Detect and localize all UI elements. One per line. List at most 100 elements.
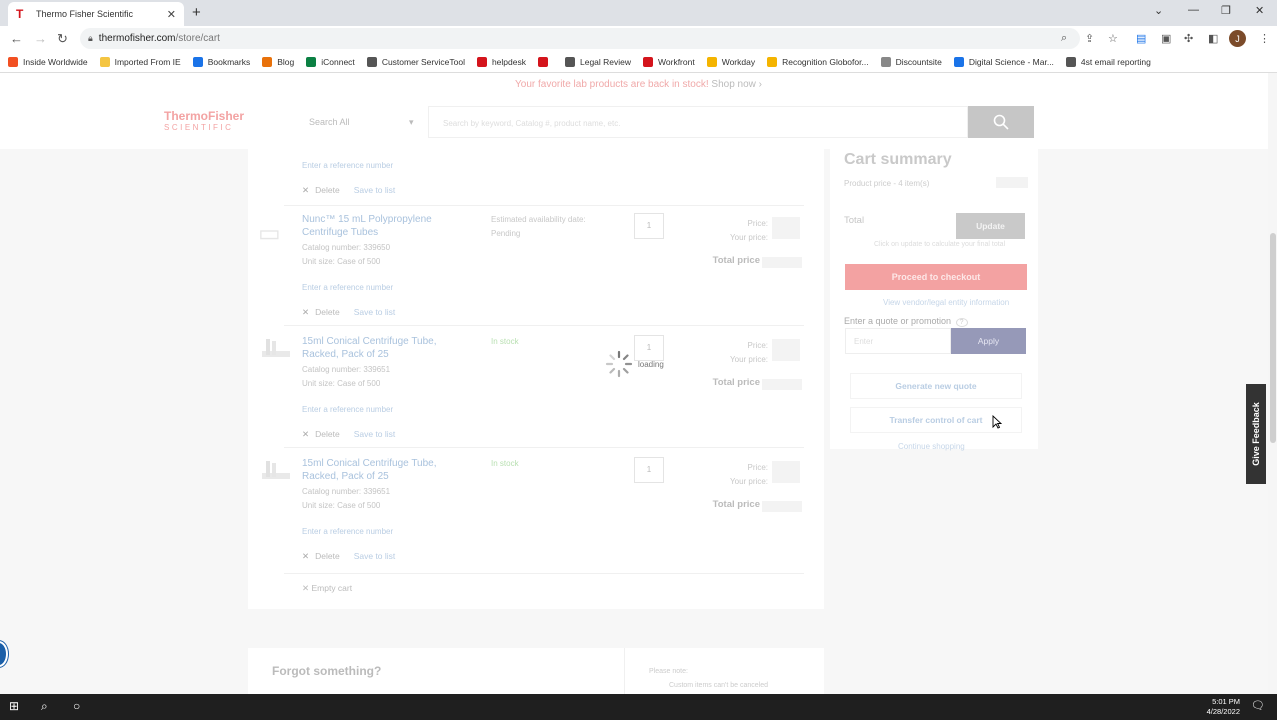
- address-bar[interactable]: 🔒︎ thermofisher.com /store/cart: [80, 28, 1080, 49]
- continue-shopping-link[interactable]: Continue shopping: [898, 442, 965, 451]
- help-icon[interactable]: ?: [955, 318, 968, 327]
- profile-avatar[interactable]: J: [1229, 30, 1246, 47]
- browser-tab[interactable]: T Thermo Fisher Scientific ✕: [8, 2, 184, 26]
- delete-x-icon[interactable]: ✕: [302, 429, 309, 440]
- reference-number-link[interactable]: Enter a reference number: [302, 527, 393, 536]
- search-icon: [993, 114, 1009, 130]
- bookmark-item[interactable]: Legal Review: [564, 56, 631, 67]
- bookmark-item[interactable]: Customer ServiceTool: [366, 56, 465, 67]
- minimize-button[interactable]: —: [1188, 4, 1199, 16]
- product-thumbnail[interactable]: [258, 335, 294, 365]
- save-to-list-link[interactable]: Save to list: [354, 185, 396, 196]
- item-actions: ✕ Delete Save to list: [302, 551, 395, 562]
- cortana-icon[interactable]: ○: [73, 699, 80, 713]
- reference-number-link[interactable]: Enter a reference number: [302, 161, 393, 170]
- bookmark-item[interactable]: iConnect: [306, 56, 355, 67]
- delete-button[interactable]: Delete: [315, 307, 340, 318]
- generate-quote-button[interactable]: Generate new quote: [850, 373, 1022, 399]
- product-thumbnail[interactable]: ▭: [258, 219, 294, 249]
- promo-code-input[interactable]: Enter: [845, 328, 951, 354]
- forward-icon[interactable]: →: [34, 31, 47, 46]
- search-category-label: Search All: [309, 117, 350, 127]
- reload-icon[interactable]: ↻: [57, 31, 68, 47]
- bookmark-item[interactable]: Bookmarks: [192, 56, 250, 67]
- vendor-info-link[interactable]: View vendor/legal entity information: [883, 298, 1009, 307]
- bookmark-label: Blog: [277, 56, 295, 67]
- restore-button[interactable]: ❐: [1221, 4, 1231, 17]
- bookmark-item[interactable]: helpdesk: [476, 56, 526, 67]
- save-to-list-link[interactable]: Save to list: [354, 307, 396, 318]
- bookmark-item[interactable]: 4st email reporting: [1065, 56, 1151, 67]
- bookmark-item[interactable]: Digital Science - Mar...: [953, 56, 1054, 67]
- tab-close-icon[interactable]: ✕: [167, 8, 176, 21]
- extension-print-icon[interactable]: ▤: [1136, 32, 1146, 45]
- new-tab-button[interactable]: +: [192, 4, 201, 21]
- product-thumbnail[interactable]: [258, 457, 294, 487]
- divider: [284, 447, 804, 448]
- save-to-list-link[interactable]: Save to list: [354, 429, 396, 440]
- product-name-link[interactable]: 15ml Conical Centrifuge Tube, Racked, Pa…: [302, 335, 462, 361]
- system-clock[interactable]: 5:01 PM 4/28/2022: [1196, 697, 1240, 717]
- total-price-label: Total price: [712, 499, 760, 510]
- star-icon: [192, 56, 203, 67]
- delete-x-icon[interactable]: ✕: [302, 307, 309, 318]
- thermofisher-logo[interactable]: ThermoFisher SCIENTIFIC: [164, 110, 244, 133]
- bookmark-item[interactable]: Workday: [706, 56, 755, 67]
- bookmark-label: Discountsite: [895, 56, 942, 67]
- bookmark-star-icon[interactable]: ☆: [1108, 32, 1118, 45]
- bookmark-label: Imported From IE: [114, 56, 181, 67]
- apply-button[interactable]: Apply: [951, 328, 1026, 354]
- windows-start-icon[interactable]: ⊞: [9, 699, 19, 713]
- bookmark-item[interactable]: Inside Worldwide: [8, 56, 88, 67]
- zoom-icon[interactable]: ⌕: [1061, 32, 1067, 45]
- quantity-input[interactable]: 1: [634, 457, 664, 483]
- extension-icon[interactable]: ▣: [1161, 32, 1171, 45]
- divider: [284, 325, 804, 326]
- tab-search-icon[interactable]: ⌄: [1154, 4, 1163, 17]
- delete-button[interactable]: Delete: [315, 551, 340, 562]
- delete-button[interactable]: Delete: [315, 185, 340, 196]
- reference-number-link[interactable]: Enter a reference number: [302, 405, 393, 414]
- reference-number-link[interactable]: Enter a reference number: [302, 283, 393, 292]
- taskbar-search-icon[interactable]: ⌕: [41, 699, 48, 714]
- bookmark-item[interactable]: Discountsite: [880, 56, 942, 67]
- delete-x-icon[interactable]: ✕: [302, 185, 309, 196]
- back-icon[interactable]: ←: [10, 31, 23, 46]
- bookmark-item[interactable]: Workfront: [643, 56, 695, 67]
- bookmark-item[interactable]: Blog: [262, 56, 295, 67]
- search-input[interactable]: Search by keyword, Catalog #, product na…: [428, 106, 968, 138]
- item-actions: ✕ Delete Save to list: [302, 185, 395, 196]
- url-path: /store/cart: [175, 33, 220, 44]
- bookmark-item[interactable]: Recognition Globofor...: [767, 56, 869, 67]
- thermo-favicon-icon: T: [16, 7, 24, 21]
- puzzle-icon[interactable]: ✣: [1184, 32, 1193, 45]
- save-to-list-link[interactable]: Save to list: [354, 551, 396, 562]
- product-name-link[interactable]: 15ml Conical Centrifuge Tube, Racked, Pa…: [302, 457, 462, 483]
- product-name-link[interactable]: Nunc™ 15 mL Polypropylene Centrifuge Tub…: [302, 213, 462, 239]
- tab-title: Thermo Fisher Scientific: [36, 9, 134, 19]
- quantity-input[interactable]: 1: [634, 213, 664, 239]
- cart-items-panel: Enter a reference number ✕ Delete Save t…: [248, 149, 824, 609]
- delete-button[interactable]: Delete: [315, 429, 340, 440]
- bookmark-item[interactable]: Imported From IE: [99, 56, 181, 67]
- promo-label-text: Enter a quote or promotion: [844, 316, 952, 326]
- shop-now-link[interactable]: Shop now ›: [711, 79, 762, 90]
- promo-label: Enter a quote or promotion ?: [844, 316, 968, 327]
- update-button[interactable]: Update: [956, 213, 1025, 239]
- proceed-to-checkout-button[interactable]: Proceed to checkout: [845, 264, 1027, 290]
- price-label: Price:: [747, 463, 768, 472]
- sidepanel-icon[interactable]: ◧: [1208, 32, 1218, 45]
- scrollbar-thumb[interactable]: [1270, 233, 1276, 443]
- search-button[interactable]: [968, 106, 1034, 138]
- empty-cart-button[interactable]: ✕ Empty cart: [302, 583, 352, 594]
- search-category-select[interactable]: Search All ▾: [309, 117, 419, 127]
- notifications-icon[interactable]: 🗨︎: [1251, 699, 1265, 712]
- share-icon[interactable]: ⇪: [1085, 32, 1094, 45]
- give-feedback-button[interactable]: Give Feedback: [1246, 384, 1266, 484]
- mouse-cursor-icon: [992, 415, 1002, 429]
- bookmark-item[interactable]: [537, 56, 553, 67]
- delete-x-icon[interactable]: ✕: [302, 551, 309, 562]
- redarrow-icon: [537, 56, 548, 67]
- close-window-button[interactable]: ✕: [1255, 4, 1264, 17]
- menu-icon[interactable]: ⋮: [1259, 32, 1270, 45]
